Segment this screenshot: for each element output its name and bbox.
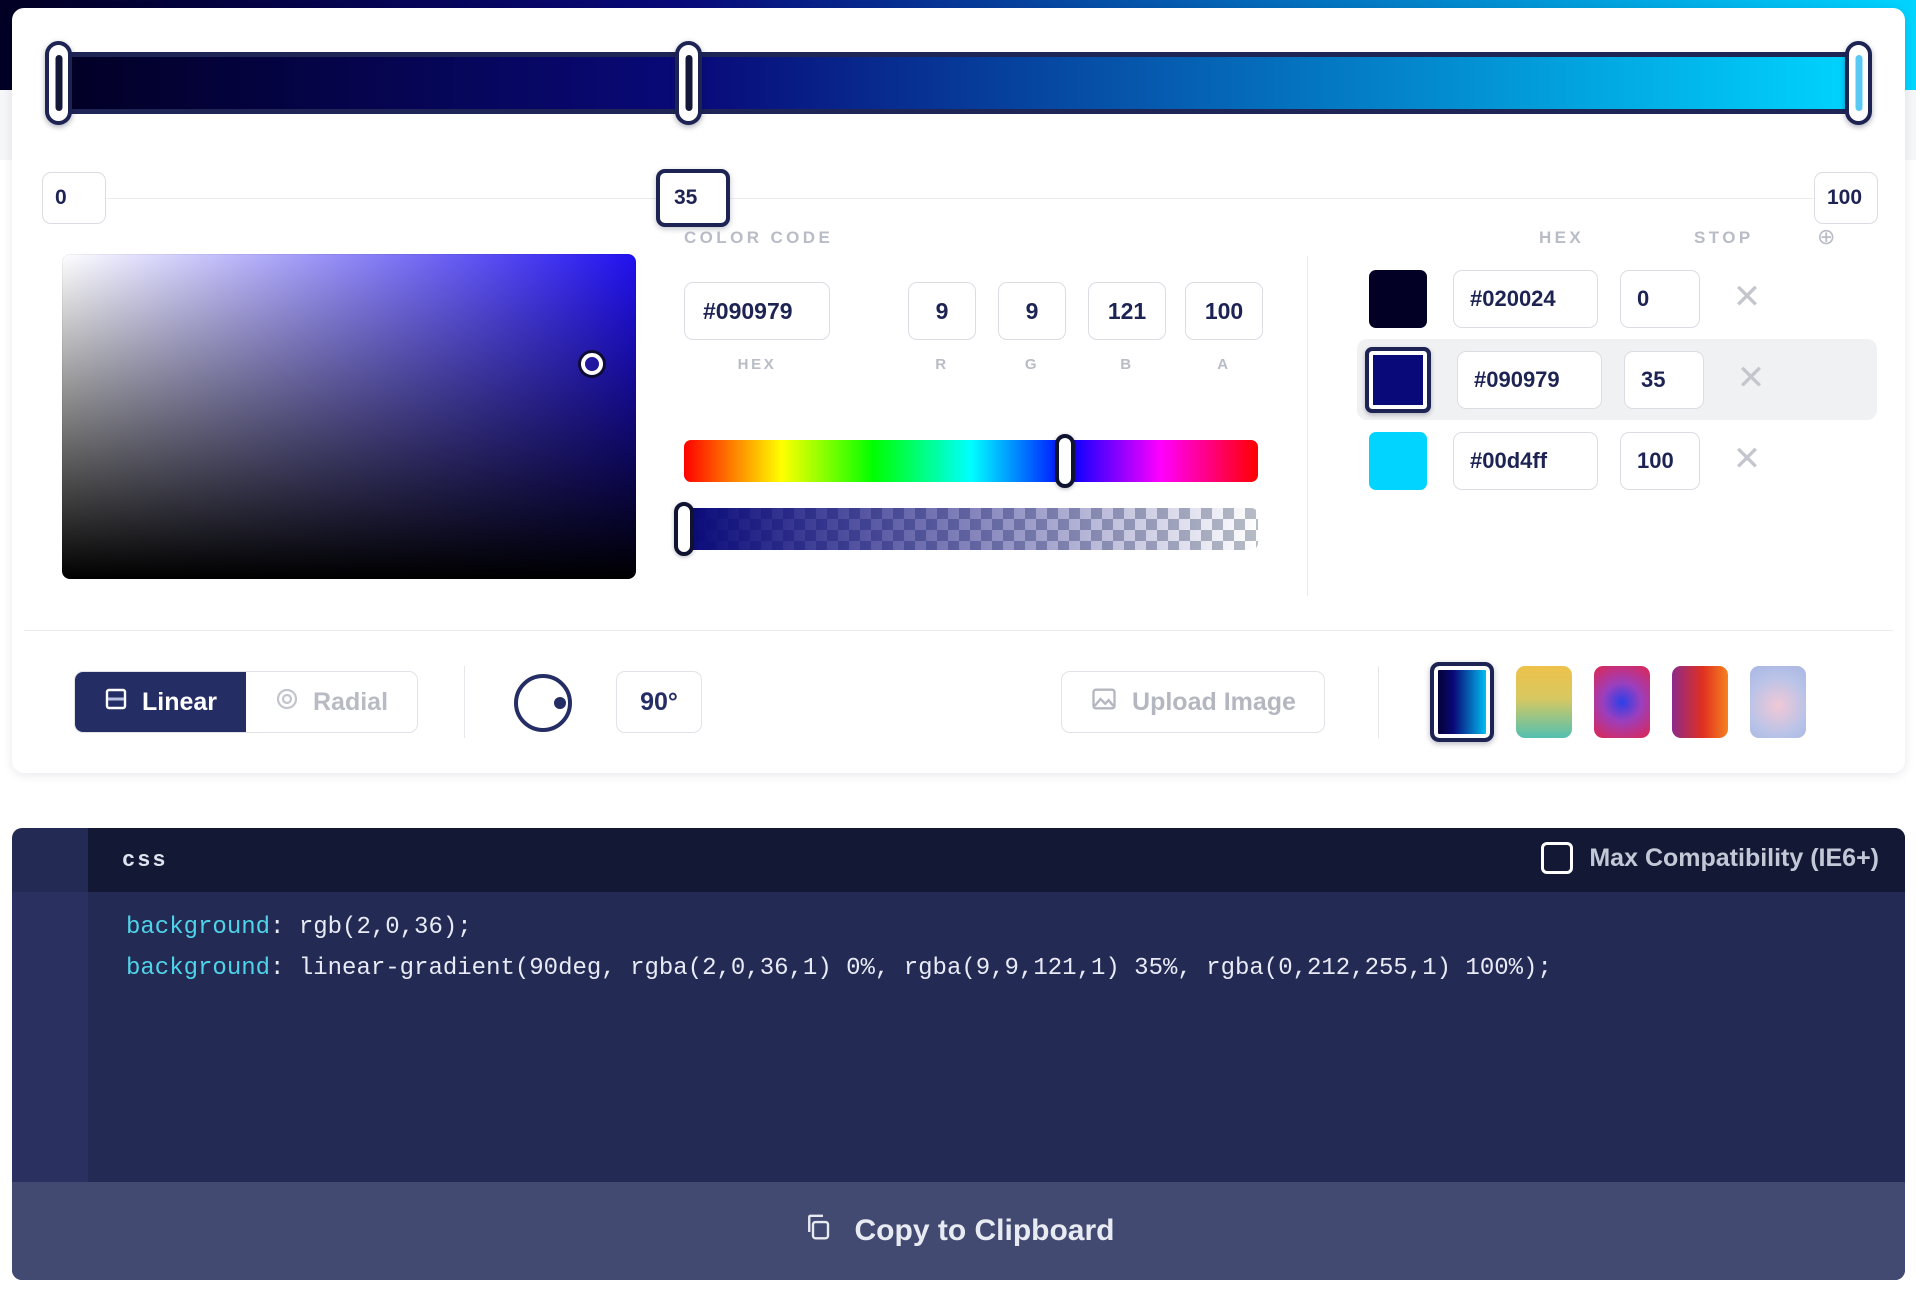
b-input[interactable]: 121	[1088, 282, 1166, 340]
angle-dial[interactable]	[514, 674, 572, 732]
color-stop-swatch[interactable]	[1369, 269, 1427, 328]
preset-pastel-blue[interactable]	[1750, 666, 1806, 738]
color-stop-row[interactable]: #00d4ff 100 ✕	[1357, 420, 1877, 501]
code-line: background: rgb(2,0,36);	[126, 914, 472, 941]
hue-slider[interactable]	[684, 434, 1258, 488]
css-output-panel: css Max Compatibility (IE6+) background:…	[12, 828, 1905, 1280]
linear-icon	[104, 687, 128, 718]
stops-stop-header: STOP	[1694, 228, 1754, 247]
stop-row-rule	[42, 198, 1878, 199]
copy-icon	[803, 1212, 833, 1250]
color-code-label: COLOR CODE	[684, 228, 834, 247]
alpha-slider-knob[interactable]	[674, 502, 694, 556]
hex-caption: HEX	[737, 356, 777, 373]
preset-magenta-orange[interactable]	[1672, 666, 1728, 738]
code-line: background: linear-gradient(90deg, rgba(…	[126, 955, 1552, 982]
color-stop-swatch[interactable]	[1365, 346, 1431, 413]
panel-divider	[1307, 256, 1308, 596]
color-stop-hex-input[interactable]: #00d4ff	[1453, 431, 1598, 490]
stop-position-input-1[interactable]: 35	[656, 169, 730, 227]
stop-position-input-2[interactable]: 100	[1814, 172, 1878, 224]
color-stop-position-input[interactable]: 0	[1620, 269, 1700, 328]
toolbar-divider-1	[464, 666, 465, 738]
gradient-preview-bar[interactable]	[45, 41, 1872, 125]
remove-stop-icon[interactable]: ✕	[1730, 280, 1764, 316]
g-caption: G	[1024, 356, 1040, 373]
r-caption: R	[935, 356, 949, 373]
angle-dial-dot	[554, 697, 566, 709]
gradient-stop-handle-2[interactable]	[1845, 41, 1872, 125]
code-language-label: css	[122, 848, 168, 873]
color-stop-hex-input[interactable]: #020024	[1453, 269, 1598, 328]
code-gutter	[12, 892, 88, 1182]
stops-hex-header: HEX	[1539, 228, 1585, 247]
stop-position-row: 0 35 100	[42, 169, 1878, 227]
color-stops-list: #020024 0 ✕ #090979 35 ✕ #00d4ff 100 ✕	[1357, 258, 1877, 501]
color-stop-row[interactable]: #020024 0 ✕	[1357, 258, 1877, 339]
upload-image-label: Upload Image	[1132, 687, 1296, 716]
remove-stop-icon[interactable]: ✕	[1734, 361, 1768, 397]
max-compatibility-toggle[interactable]: Max Compatibility (IE6+)	[1541, 842, 1879, 874]
stop-position-input-0[interactable]: 0	[42, 172, 106, 224]
hex-input[interactable]: #090979	[684, 282, 830, 340]
preset-crimson-blue[interactable]	[1594, 666, 1650, 738]
color-stop-position-input[interactable]: 100	[1620, 431, 1700, 490]
preset-gold-teal[interactable]	[1516, 666, 1572, 738]
max-compatibility-checkbox[interactable]	[1541, 842, 1574, 874]
radial-label: Radial	[312, 687, 389, 716]
gradient-toolbar: Linear Radial 90° Upload Image	[12, 630, 1905, 773]
color-stop-hex-input[interactable]: #090979	[1457, 350, 1602, 409]
gradient-type-segmented: Linear Radial	[74, 671, 418, 733]
preset-blue-navy[interactable]	[1430, 662, 1494, 742]
max-compatibility-label: Max Compatibility (IE6+)	[1589, 843, 1879, 872]
color-stop-swatch[interactable]	[1369, 431, 1427, 490]
color-stop-row[interactable]: #090979 35 ✕	[1357, 339, 1877, 420]
b-caption: B	[1120, 356, 1134, 373]
gradient-stop-handle-1[interactable]	[675, 41, 702, 125]
saturation-value-picker[interactable]	[62, 254, 636, 579]
upload-image-button[interactable]: Upload Image	[1061, 671, 1325, 733]
radial-icon	[275, 687, 299, 718]
linear-type-button[interactable]: Linear	[75, 672, 246, 732]
a-caption: A	[1217, 356, 1231, 373]
alpha-slider[interactable]	[674, 502, 1258, 556]
a-input[interactable]: 100	[1185, 282, 1263, 340]
sv-picker-knob[interactable]	[581, 353, 603, 375]
hue-slider-knob[interactable]	[1055, 434, 1075, 488]
radial-type-button[interactable]: Radial	[246, 672, 417, 732]
gradient-presets	[1430, 662, 1806, 742]
angle-input[interactable]: 90°	[616, 671, 702, 733]
copy-to-clipboard-button[interactable]: Copy to Clipboard	[12, 1182, 1905, 1280]
r-input[interactable]: 9	[908, 282, 976, 340]
gradient-editor-card: 0 35 100 COLOR CODE #090979 HEX 9 R 9 G …	[12, 8, 1905, 773]
image-icon	[1090, 685, 1118, 720]
linear-label: Linear	[141, 687, 218, 716]
remove-stop-icon[interactable]: ✕	[1730, 442, 1764, 478]
editor-panel: COLOR CODE #090979 HEX 9 R 9 G 121 B 100…	[12, 224, 1905, 630]
color-stop-position-input[interactable]: 35	[1624, 350, 1704, 409]
g-input[interactable]: 9	[998, 282, 1066, 340]
code-content[interactable]: background: rgb(2,0,36); background: line…	[88, 892, 1905, 1182]
gradient-bar-fill	[58, 52, 1858, 114]
copy-to-clipboard-label: Copy to Clipboard	[854, 1214, 1115, 1247]
add-stop-icon[interactable]: ⊕	[1817, 224, 1835, 250]
gradient-stop-handle-0[interactable]	[45, 41, 72, 125]
toolbar-divider-2	[1378, 666, 1379, 738]
